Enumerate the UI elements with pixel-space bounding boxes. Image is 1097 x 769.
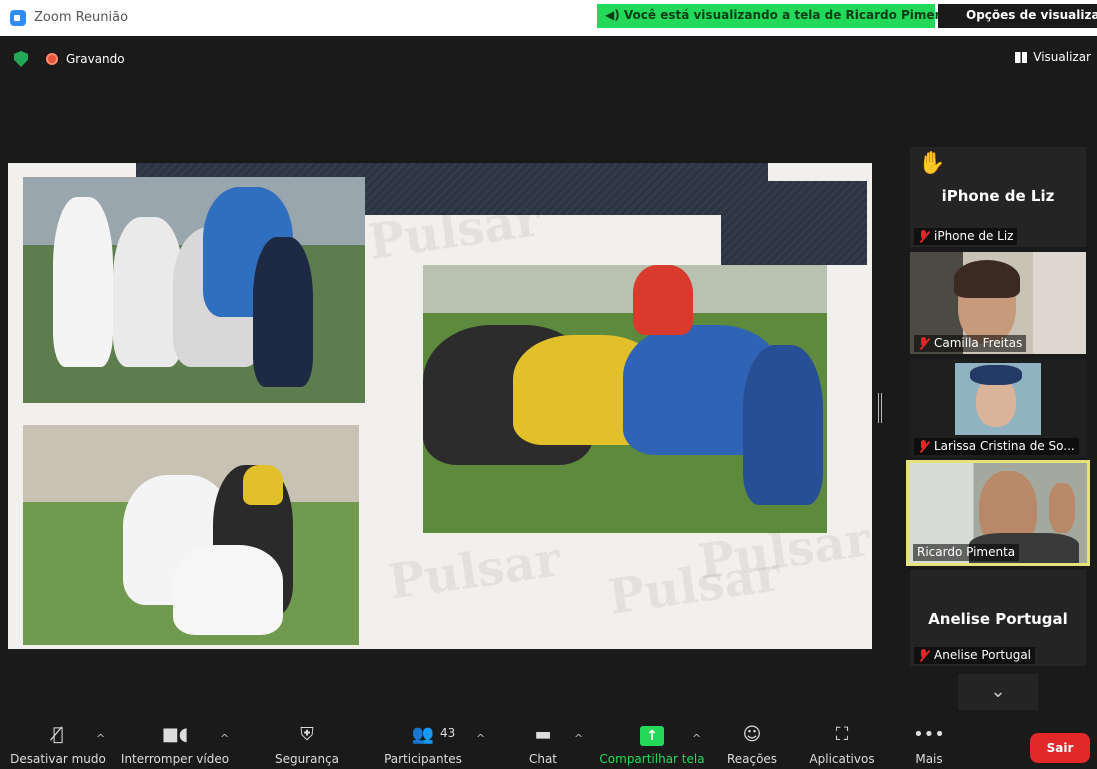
reactions-button[interactable]: ☺ Reações [722, 720, 782, 768]
rugby-photo-carry [23, 425, 359, 645]
participant-tile[interactable]: Camilla Freitas [910, 252, 1086, 354]
rugby-photo-scrum [423, 265, 827, 533]
participant-label: Camilla Freitas [914, 335, 1027, 352]
panel-resize-handle[interactable] [878, 393, 882, 423]
participant-label: iPhone de Liz [914, 228, 1018, 245]
recording-label: Gravando [66, 52, 125, 66]
chevron-up-icon[interactable]: ^ [476, 732, 485, 745]
mic-muted-icon [918, 440, 930, 453]
unmute-label: Desativar mudo [10, 752, 106, 766]
chevron-up-icon[interactable]: ^ [220, 732, 229, 745]
window-title: Zoom Reunião [34, 10, 129, 25]
chat-icon: ▬ [534, 724, 552, 745]
mic-muted-icon [918, 337, 930, 350]
view-options-button[interactable]: Opções de visualização [938, 4, 1097, 28]
slide-dark-box [721, 181, 867, 265]
participant-label-text: Larissa Cristina de So... [934, 439, 1075, 453]
more-button[interactable]: ••• Mais [904, 720, 954, 768]
rugby-photo-tackle [23, 177, 365, 403]
more-icon: ••• [913, 724, 945, 745]
camera-icon: ■◖ [161, 724, 189, 745]
watermark: Pulsar [384, 531, 564, 611]
view-grid-icon [1015, 51, 1028, 63]
participant-name: Anelise Portugal [928, 610, 1068, 628]
chevron-up-icon[interactable]: ^ [692, 732, 701, 745]
share-screen-label: Compartilhar tela [599, 752, 705, 766]
record-icon[interactable] [46, 53, 58, 65]
more-label: Mais [915, 752, 943, 766]
participant-label: Larissa Cristina de So... [914, 438, 1079, 455]
chevron-down-icon: ⌄ [990, 681, 1006, 702]
sharing-text: Você está visualizando a tela de Ricardo… [623, 8, 957, 22]
shield-icon: ⛨ [300, 724, 314, 745]
participant-label-text: Anelise Portugal [934, 648, 1032, 662]
meeting-status-row: Gravando [14, 50, 125, 68]
participant-label: Ricardo Pimenta [913, 544, 1020, 561]
mic-muted-icon: 🎙̸ [52, 724, 64, 745]
participant-tile[interactable]: Larissa Cristina de So... [910, 359, 1086, 457]
participant-tile[interactable]: Anelise Portugal Anelise Portugal [910, 570, 1086, 666]
participants-count: 43 [440, 726, 456, 740]
view-label: Visualizar [1033, 50, 1091, 64]
leave-meeting-button[interactable]: Sair [1030, 733, 1090, 763]
shared-screen: Pulsar Pulsar Pulsar Pulsar [8, 163, 872, 649]
chat-button[interactable]: ▬ Chat [518, 720, 568, 768]
apps-button[interactable]: ⛶ Aplicativos [802, 720, 882, 768]
mic-muted-icon [918, 230, 930, 243]
participant-label: Anelise Portugal [914, 647, 1036, 664]
participant-label-text: iPhone de Liz [934, 229, 1014, 243]
stop-video-button[interactable]: ■◖ Interromper vídeo [118, 720, 232, 768]
participant-name: iPhone de Liz [941, 187, 1055, 205]
security-label: Segurança [274, 752, 340, 766]
participants-label: Participantes [384, 752, 462, 766]
apps-icon: ⛶ [835, 724, 849, 745]
reactions-label: Reações [726, 752, 778, 766]
window-titlebar: Zoom Reunião ◀) Você está visualizando a… [0, 0, 1097, 36]
scroll-participants-button[interactable]: ⌄ [958, 674, 1038, 710]
mic-muted-icon [918, 649, 930, 662]
chevron-up-icon[interactable]: ^ [574, 732, 583, 745]
apps-label: Aplicativos [809, 752, 875, 766]
speaker-icon: ◀) [605, 8, 624, 22]
participant-label-text: Camilla Freitas [934, 336, 1023, 350]
emoji-icon: ☺ [742, 724, 762, 745]
participant-label-text: Ricardo Pimenta [917, 545, 1016, 559]
participant-tile[interactable]: ✋ iPhone de Liz iPhone de Liz [910, 147, 1086, 247]
chevron-up-icon[interactable]: ^ [96, 732, 105, 745]
stop-video-label: Interromper vídeo [120, 752, 230, 766]
chat-label: Chat [528, 752, 558, 766]
hand-raise-icon: ✋ [918, 151, 946, 176]
meeting-toolbar: 🎙̸ Desativar mudo ^ ■◖ Interromper vídeo… [0, 718, 1097, 769]
participant-tile-active-speaker[interactable]: Ricardo Pimenta [906, 460, 1090, 566]
shield-check-icon[interactable] [14, 51, 28, 67]
unmute-button[interactable]: 🎙̸ Desativar mudo [8, 720, 108, 768]
zoom-icon [10, 10, 26, 26]
security-button[interactable]: ⛨ Segurança [270, 720, 344, 768]
viewing-share-banner: ◀) Você está visualizando a tela de Rica… [597, 4, 957, 28]
view-button[interactable]: Visualizar [1015, 50, 1091, 64]
